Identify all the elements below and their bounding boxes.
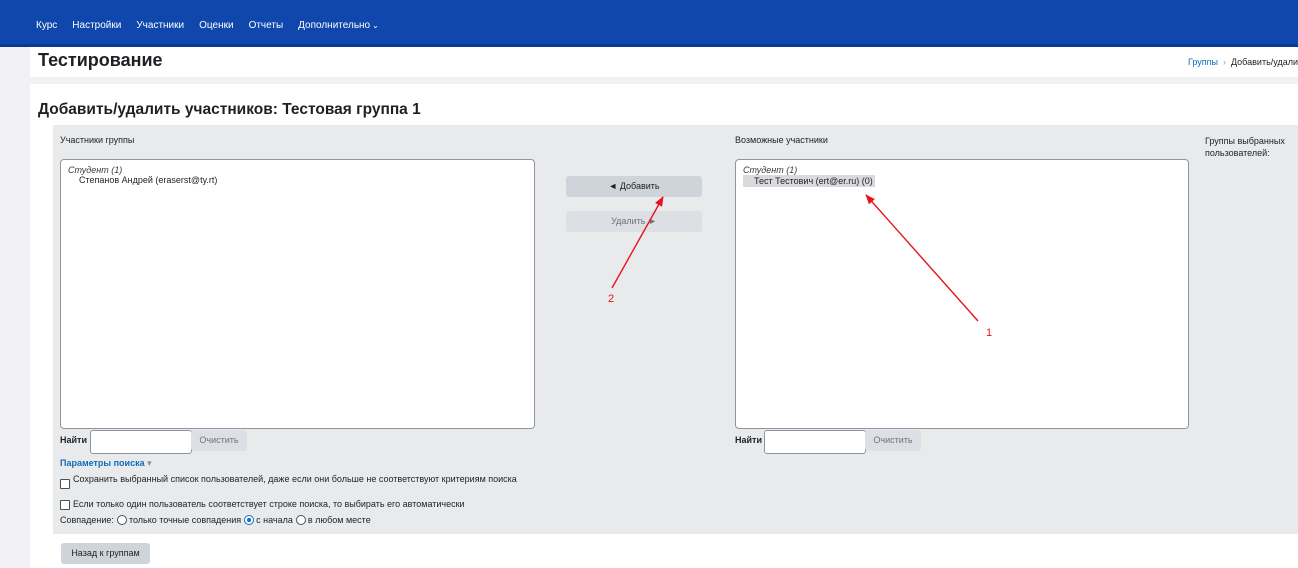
- breadcrumb: Группы › Добавить/удали: [1188, 57, 1298, 67]
- page-heading: Добавить/удалить участников: Тестовая гр…: [38, 101, 421, 118]
- breadcrumb-current: Добавить/удали: [1230, 57, 1298, 67]
- keep-selected-checkbox[interactable]: [60, 479, 70, 489]
- caret-down-icon: ▾: [147, 458, 152, 468]
- match-exact-label: только точные совпадения: [128, 515, 242, 525]
- group-members-listbox[interactable]: Студент (1) Степанов Андрей (eraserst@ty…: [60, 159, 535, 429]
- nav-participants[interactable]: Участники: [136, 20, 184, 31]
- secondary-nav: Курс Настройки Участники Оценки Отчеты Д…: [36, 20, 394, 31]
- search-options-label: Параметры поиска: [60, 458, 145, 468]
- potential-members-label: Возможные участники: [735, 135, 828, 145]
- group-members-label: Участники группы: [60, 135, 135, 145]
- group-members-optgroup: Студент (1): [68, 165, 123, 175]
- member-selector-panel: Участники группы Студент (1) Степанов Ан…: [53, 125, 1298, 534]
- nav-reports[interactable]: Отчеты: [249, 20, 284, 31]
- chevron-down-icon: ⌄: [372, 21, 379, 30]
- keep-selected-label: Сохранить выбранный список пользователей…: [73, 474, 517, 484]
- search-options-toggle[interactable]: Параметры поиска ▾: [60, 458, 152, 469]
- page-title: Тестирование: [38, 50, 163, 70]
- match-anywhere-label: в любом месте: [307, 515, 371, 525]
- back-to-groups-button[interactable]: Назад к группам: [61, 543, 150, 564]
- breadcrumb-separator-icon: ›: [1222, 57, 1226, 67]
- group-member-option[interactable]: Степанов Андрей (eraserst@ty.rt): [79, 175, 217, 185]
- keep-selected-row: Сохранить выбранный список пользователей…: [60, 473, 540, 489]
- potential-members-search-label: Найти: [735, 435, 762, 445]
- breadcrumb-groups[interactable]: Группы: [1188, 57, 1218, 67]
- auto-select-checkbox[interactable]: [60, 500, 70, 510]
- nav-settings[interactable]: Настройки: [72, 20, 121, 31]
- selected-groups-label: Группы выбранных пользователей:: [1205, 136, 1285, 158]
- potential-member-option[interactable]: Тест Тестович (ert@er.ru) (0): [743, 175, 875, 187]
- nav-more[interactable]: Дополнительно ⌄: [298, 20, 379, 31]
- match-options-row: Совпадение: только точные совпадения с н…: [60, 515, 371, 525]
- group-members-search-label: Найти: [60, 435, 87, 445]
- potential-members-listbox[interactable]: Студент (1) Тест Тестович (ert@er.ru) (0…: [735, 159, 1189, 429]
- potential-members-search-input[interactable]: [764, 430, 866, 454]
- match-label: Совпадение:: [60, 515, 114, 525]
- group-members-search-input[interactable]: [90, 430, 192, 454]
- nav-grades[interactable]: Оценки: [199, 20, 233, 31]
- match-anywhere-radio[interactable]: [295, 515, 306, 525]
- nav-more-label: Дополнительно: [298, 20, 371, 31]
- add-button[interactable]: ◄ Добавить: [566, 176, 702, 197]
- potential-members-optgroup: Студент (1): [743, 165, 798, 175]
- main-region: Добавить/удалить участников: Тестовая гр…: [30, 84, 1298, 568]
- auto-select-row: Если только один пользователь соответств…: [60, 499, 580, 510]
- match-exact-radio[interactable]: [116, 515, 127, 525]
- annotation-label-2: 2: [608, 293, 615, 305]
- nav-course[interactable]: Курс: [36, 20, 57, 31]
- group-members-clear-button[interactable]: Очистить: [191, 430, 247, 451]
- potential-members-clear-button[interactable]: Очистить: [865, 430, 921, 451]
- auto-select-label: Если только один пользователь соответств…: [73, 499, 465, 509]
- page-header: Тестирование Группы › Добавить/удали: [30, 47, 1298, 77]
- top-navbar: Курс Настройки Участники Оценки Отчеты Д…: [0, 0, 1298, 47]
- annotation-label-1: 1: [986, 327, 993, 339]
- match-start-label: с начала: [256, 515, 293, 525]
- match-start-radio[interactable]: [244, 515, 255, 525]
- remove-button[interactable]: Удалить ►: [566, 211, 702, 232]
